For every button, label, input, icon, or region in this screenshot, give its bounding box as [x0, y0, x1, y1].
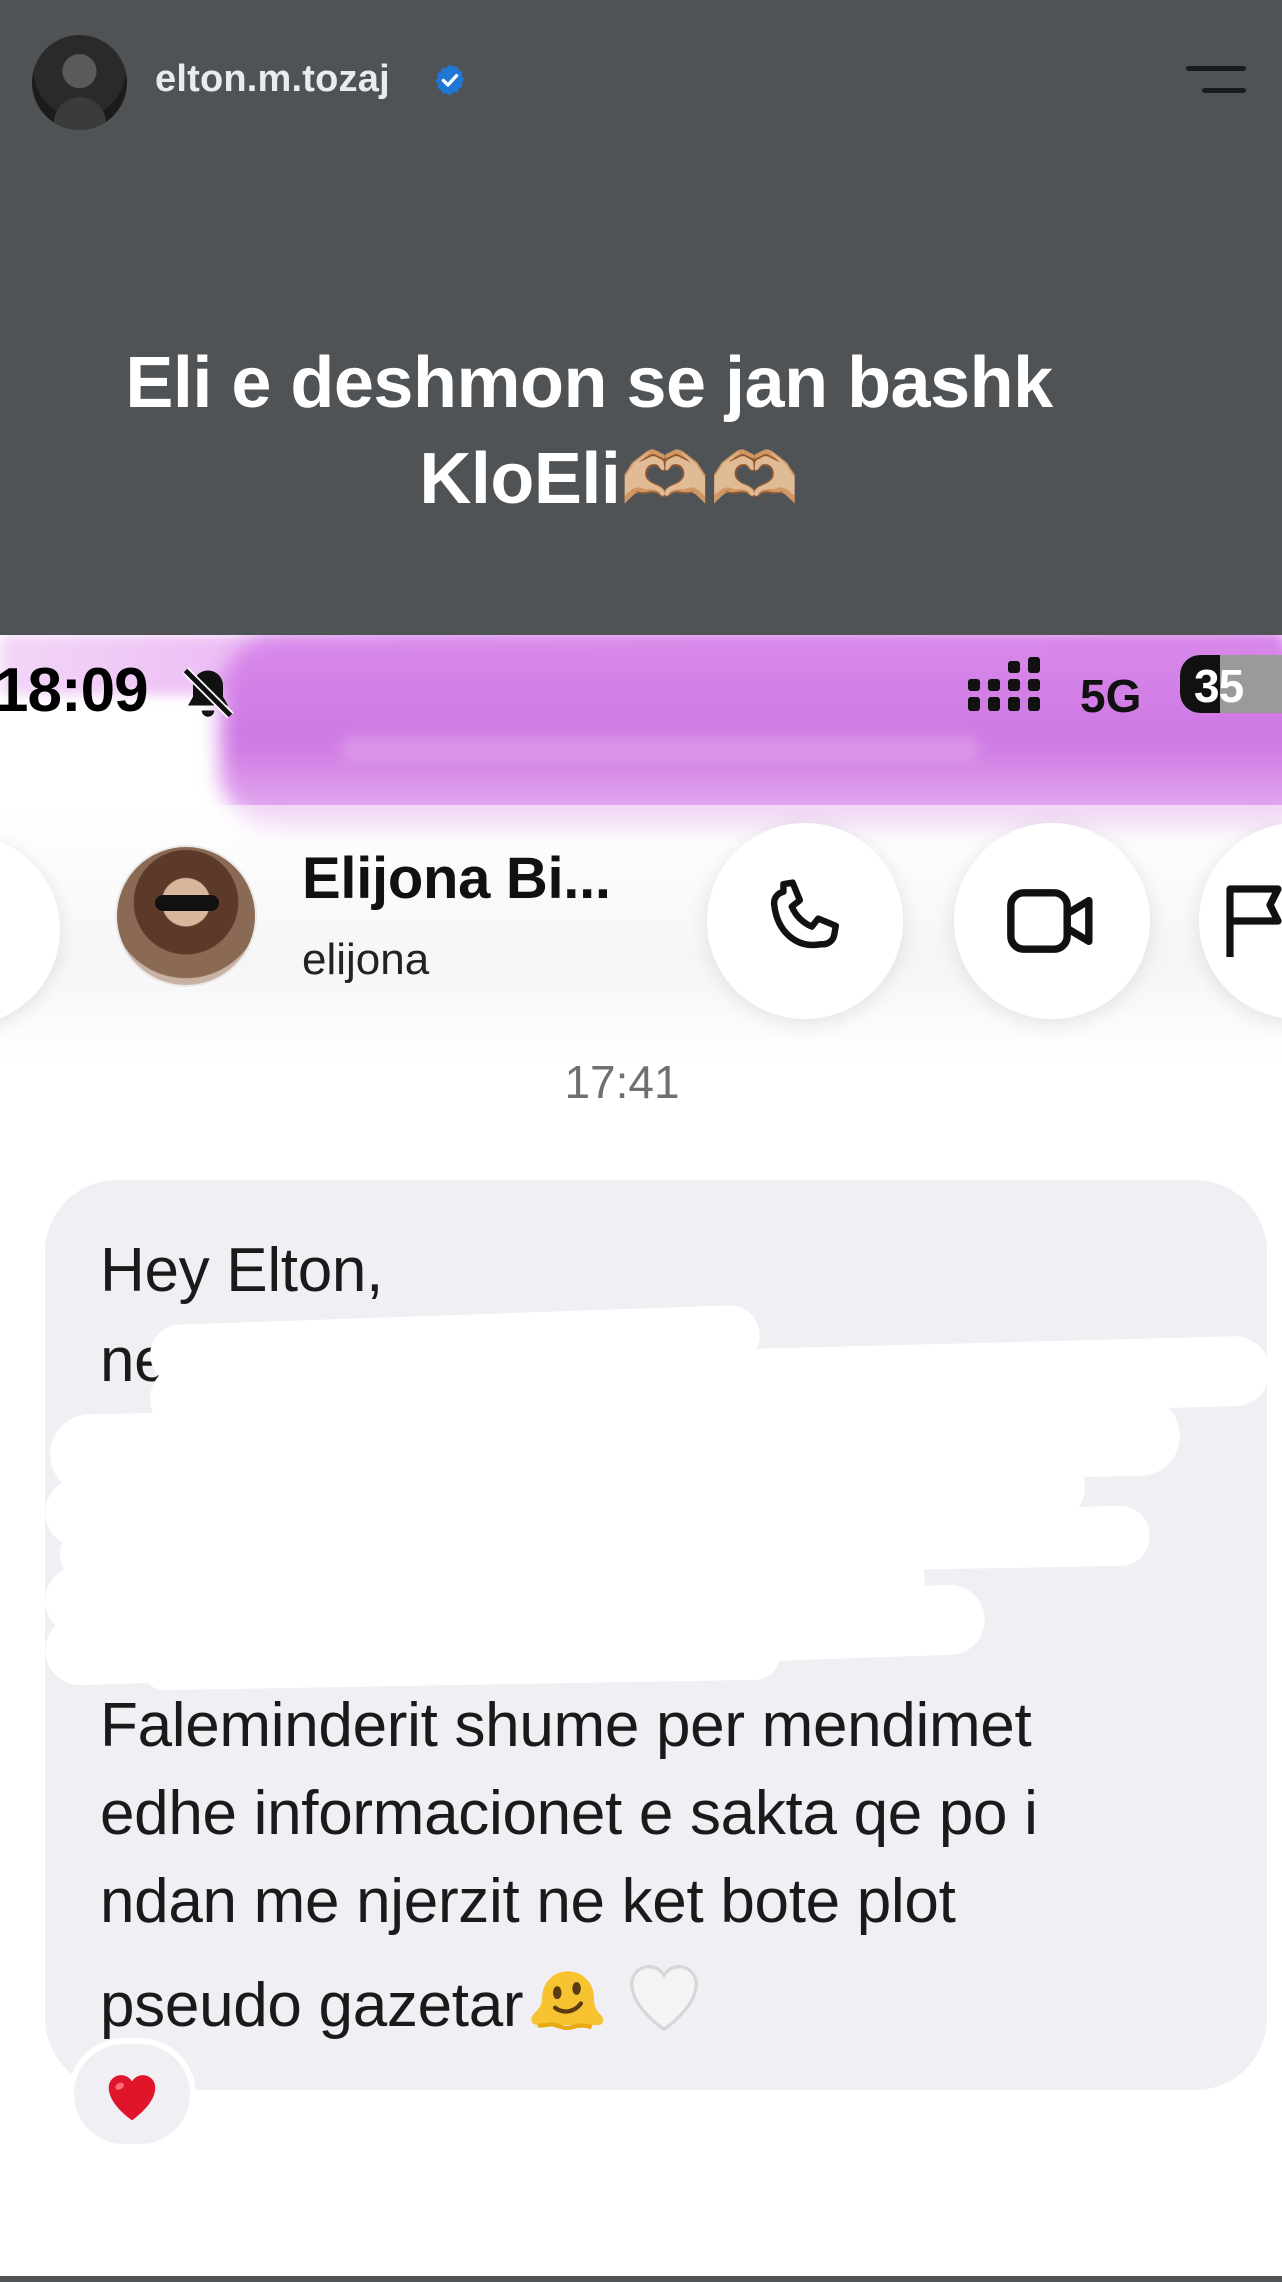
- network-type: 5G: [1080, 670, 1142, 722]
- melting-face-emoji: [531, 1971, 604, 2031]
- bell-off-icon: [182, 667, 234, 719]
- message-body-line-2: edhe informacionet e sakta qe po i: [100, 1779, 1038, 1848]
- caption-line-1: Eli e deshmon se jan bashk: [125, 343, 1053, 423]
- message-body-line-3: ndan me njerzit ne ket bote plot: [100, 1867, 956, 1936]
- message-body-line-1: Faleminderit shume per mendimet: [100, 1691, 1032, 1760]
- verified-badge-icon: [435, 64, 465, 96]
- video-call-button[interactable]: [954, 823, 1150, 1019]
- flag-icon: [1226, 885, 1282, 957]
- battery-icon: 35: [1180, 655, 1282, 713]
- status-time: 18:09: [0, 656, 149, 725]
- battery-level: 35: [1194, 660, 1244, 712]
- phone-icon: [770, 879, 839, 949]
- message-greeting: Hey Elton,: [100, 1236, 384, 1305]
- message-body-line-4: pseudo gazetar: [100, 1954, 707, 2041]
- red-heart-icon: [108, 2075, 156, 2121]
- video-camera-icon: [1007, 889, 1093, 953]
- story-caption: Eli e deshmon se jan bashk KloEli🫶🏼🫶🏼: [0, 335, 1282, 527]
- caption-line-2: KloEli🫶🏼🫶🏼: [419, 439, 799, 519]
- message-timestamp: 17:41: [564, 1056, 680, 1108]
- story-header: elton.m.tozaj Eli e deshmon se jan bashk…: [0, 0, 1282, 635]
- white-heart-emoji: [630, 1965, 699, 2032]
- bottom-divider: [0, 2276, 1282, 2282]
- profile-avatar[interactable]: [32, 35, 127, 130]
- blurred-banner: [220, 635, 1282, 830]
- contact-avatar[interactable]: [115, 845, 257, 987]
- contact-handle: elijona: [302, 935, 430, 984]
- message-reaction[interactable]: [68, 2038, 196, 2150]
- audio-call-button[interactable]: [707, 823, 903, 1019]
- contact-name[interactable]: Elijona Bi...: [302, 845, 611, 912]
- profile-username[interactable]: elton.m.tozaj: [155, 58, 390, 101]
- chat-screenshot: 18:09 5G 35 Elijona Bi... elijona 17:41 …: [0, 635, 1282, 2282]
- menu-icon[interactable]: [1186, 62, 1246, 96]
- signal-icon: [968, 657, 1040, 711]
- message-body-line-4-text: pseudo gazetar: [100, 1971, 524, 2040]
- blurred-text: [340, 735, 980, 761]
